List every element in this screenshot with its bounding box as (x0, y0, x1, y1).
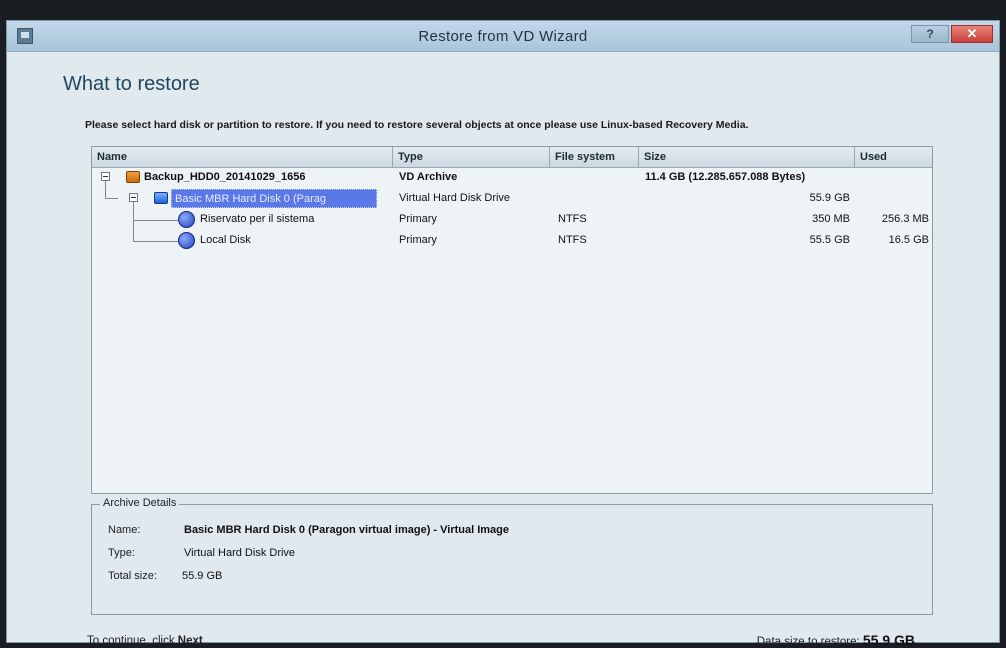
page-title: What to restore (63, 73, 200, 95)
column-header-name[interactable]: Name (92, 147, 393, 167)
restore-size-label: Data size to restore: (756, 636, 860, 648)
continue-hint: To continue, click Next (87, 635, 203, 647)
archive-icon (126, 171, 140, 183)
close-button[interactable]: ✕ (951, 25, 993, 43)
row-used: 256.3 MB (881, 213, 929, 225)
title-bar: Restore from VD Wizard ? ✕ (7, 21, 999, 52)
partition-icon (178, 232, 195, 249)
detail-size-label: Total size: (108, 570, 157, 582)
row-file-system: NTFS (558, 213, 587, 225)
row-used: 16.5 GB (888, 234, 929, 246)
table-row[interactable]: Local Disk Primary NTFS 55.5 GB 16.5 GB (92, 230, 932, 251)
window-title: Restore from VD Wizard (418, 28, 588, 45)
collapse-icon[interactable] (129, 193, 138, 202)
row-name: Local Disk (200, 234, 251, 246)
help-button[interactable]: ? (911, 25, 949, 43)
row-size: 350 MB (812, 213, 850, 225)
row-size: 11.4 GB (12.285.657.088 Bytes) (645, 171, 806, 183)
column-header-size[interactable]: Size (639, 147, 855, 167)
row-type: Primary (399, 234, 437, 246)
instruction-text: Please select hard disk or partition to … (85, 119, 749, 131)
table-header: Name Type File system Size Used (92, 147, 932, 168)
row-size: 55.9 GB (809, 192, 850, 204)
continue-prefix: To continue, click (87, 635, 175, 647)
detail-name-label: Name: (108, 524, 141, 536)
row-name-selected[interactable]: Basic MBR Hard Disk 0 (Parag (171, 189, 377, 208)
row-size: 55.5 GB (809, 234, 850, 246)
row-name: Riservato per il sistema (200, 213, 315, 225)
restore-size-value: 55.9 GB (862, 632, 915, 648)
close-icon: ✕ (966, 26, 978, 41)
wizard-window: Restore from VD Wizard ? ✕ What to resto… (6, 20, 1000, 648)
detail-type-value: Virtual Hard Disk Drive (184, 547, 296, 559)
row-name: Backup_HDD0_20141029_1656 (144, 171, 306, 183)
detail-name-value: Basic MBR Hard Disk 0 (Paragon virtual i… (184, 524, 510, 536)
archive-details-legend: Archive Details (100, 497, 180, 509)
row-type: Primary (399, 213, 437, 225)
restore-size-summary: Data size to restore: 55.9 GB (757, 632, 915, 648)
detail-type-label: Type: (108, 547, 135, 559)
row-type: VD Archive (399, 171, 458, 183)
archive-details-group: Archive Details Name: Basic MBR Hard Dis… (91, 497, 933, 615)
table-row[interactable]: Backup_HDD0_20141029_1656 VD Archive 11.… (92, 167, 932, 188)
table-row[interactable]: Basic MBR Hard Disk 0 (Parag Virtual Har… (92, 188, 932, 209)
detail-size-value: 55.9 GB (182, 570, 223, 582)
column-header-file-system[interactable]: File system (550, 147, 639, 167)
column-header-type[interactable]: Type (393, 147, 550, 167)
column-header-used[interactable]: Used (855, 147, 932, 167)
row-file-system: NTFS (558, 234, 587, 246)
hard-disk-icon (154, 192, 168, 204)
table-row[interactable]: Riservato per il sistema Primary NTFS 35… (92, 209, 932, 230)
partition-icon (178, 211, 195, 228)
object-tree-table[interactable]: Name Type File system Size Used Backup_H… (91, 146, 933, 494)
collapse-icon[interactable] (101, 172, 110, 181)
row-type: Virtual Hard Disk Drive (399, 192, 511, 204)
continue-action: Next (177, 635, 203, 647)
